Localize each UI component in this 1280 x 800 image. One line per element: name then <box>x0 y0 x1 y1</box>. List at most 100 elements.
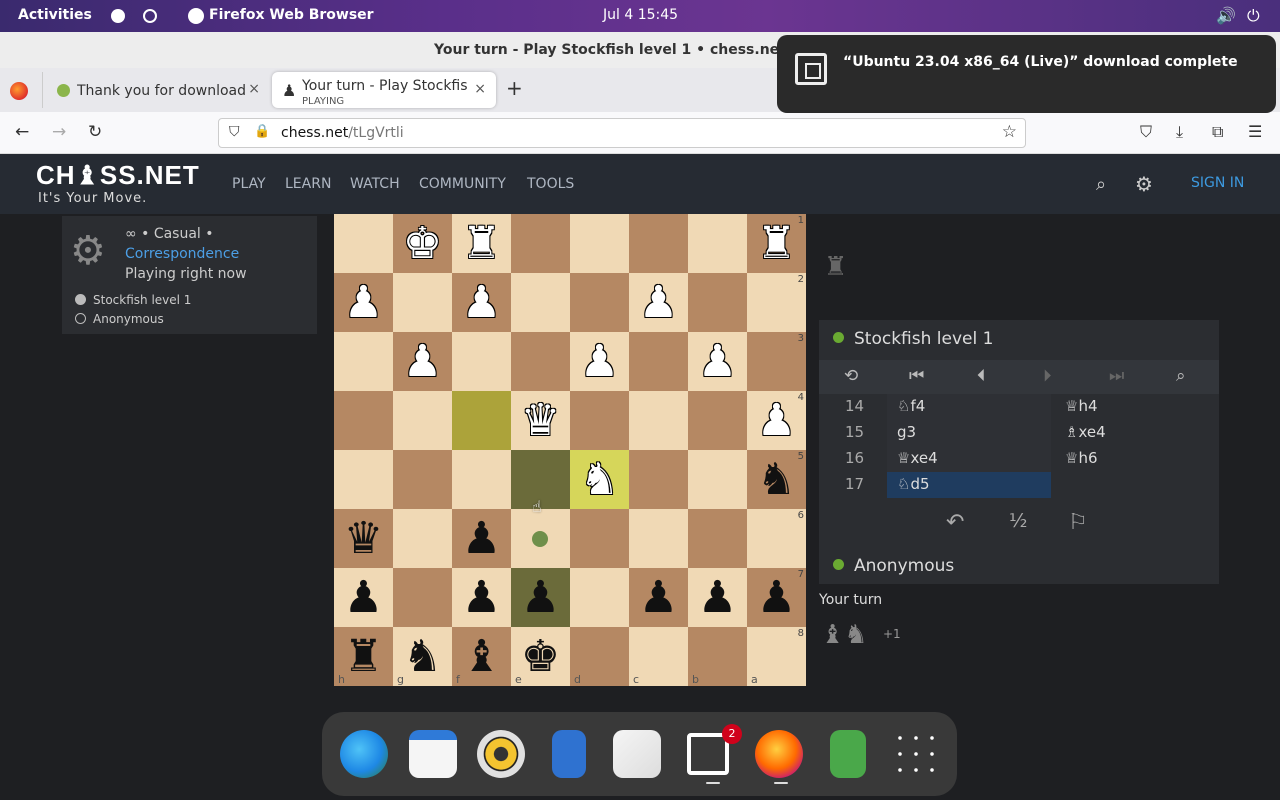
chess-piece[interactable]: ♟ <box>511 568 570 627</box>
last-move-icon[interactable]: ⏭ <box>1109 366 1124 386</box>
chess-piece[interactable]: ♟ <box>629 568 688 627</box>
download-notification[interactable]: “Ubuntu 23.04 x86_64 (Live)” download co… <box>777 35 1276 113</box>
board-square[interactable]: b <box>688 627 747 686</box>
board-square[interactable] <box>334 391 393 450</box>
move-white[interactable]: ♘d5 <box>887 472 1051 498</box>
menu-watch[interactable]: WATCH <box>350 176 400 192</box>
chess-piece[interactable]: ♛ <box>334 509 393 568</box>
shield-icon[interactable]: ⛉ <box>229 124 240 140</box>
board-square[interactable] <box>393 450 452 509</box>
board-square[interactable] <box>511 273 570 332</box>
move-white[interactable]: g3 <box>887 420 1051 446</box>
search-icon[interactable]: ⌕ <box>1096 174 1106 195</box>
board-square[interactable] <box>393 568 452 627</box>
prev-move-icon[interactable]: ⏴ <box>977 366 986 386</box>
board-square[interactable] <box>688 509 747 568</box>
globe-app-icon[interactable] <box>340 730 388 778</box>
chess-piece[interactable]: ♟ <box>688 332 747 391</box>
chess-piece[interactable]: ♟ <box>747 391 806 450</box>
board-square[interactable] <box>511 214 570 273</box>
forward-icon[interactable]: → <box>52 122 66 142</box>
board-square[interactable] <box>570 568 629 627</box>
files-app-icon[interactable] <box>552 730 586 778</box>
workspace-1-indicator[interactable] <box>111 9 125 23</box>
takeback-button[interactable]: ↶ <box>946 510 964 535</box>
chess-piece[interactable]: ♞ <box>393 627 452 686</box>
chess-piece[interactable]: ♛ <box>511 391 570 450</box>
board-square[interactable] <box>452 332 511 391</box>
move-white[interactable]: ♘f4 <box>887 394 1051 420</box>
board-square[interactable] <box>570 214 629 273</box>
chess-piece[interactable]: ♜ <box>747 214 806 273</box>
chess-piece[interactable]: ♟ <box>688 568 747 627</box>
board-square[interactable] <box>334 214 393 273</box>
chess-piece[interactable]: ♟ <box>334 273 393 332</box>
downloads-icon[interactable]: ⤓ <box>1176 122 1183 142</box>
move-black[interactable]: ♗xe4 <box>1055 420 1219 446</box>
firefox-dock-icon[interactable] <box>755 730 803 778</box>
url-bar[interactable]: ⛉ 🔒 chess.net/tLgVrtli ☆ <box>218 118 1026 148</box>
board-square[interactable] <box>629 450 688 509</box>
extensions-icon[interactable]: ⧉ <box>1212 122 1223 142</box>
power-icon[interactable]: ⏻ <box>1247 6 1260 26</box>
menu-tools[interactable]: TOOLS <box>527 176 574 192</box>
move-black[interactable]: ♕h4 <box>1055 394 1219 420</box>
calendar-app-icon[interactable] <box>409 730 457 778</box>
board-square[interactable] <box>570 509 629 568</box>
board-square[interactable] <box>334 332 393 391</box>
move-black[interactable] <box>1055 472 1219 498</box>
firefox-view-icon[interactable] <box>10 82 28 100</box>
board-square[interactable] <box>570 273 629 332</box>
chess-piece[interactable]: ♟ <box>393 332 452 391</box>
chess-piece[interactable]: ♟ <box>334 568 393 627</box>
board-square[interactable]: c <box>629 627 688 686</box>
board-square[interactable] <box>688 391 747 450</box>
chess-piece[interactable]: ♞ <box>747 450 806 509</box>
board-square[interactable] <box>629 332 688 391</box>
workspace-2-indicator[interactable] <box>143 9 157 23</box>
volume-icon[interactable]: 🔊 <box>1216 6 1236 25</box>
board-square[interactable] <box>629 391 688 450</box>
board-square[interactable] <box>688 273 747 332</box>
board-square[interactable] <box>393 509 452 568</box>
app-menu-label[interactable]: Firefox Web Browser <box>209 7 374 23</box>
board-square[interactable] <box>570 391 629 450</box>
board-square[interactable] <box>452 391 511 450</box>
board-square[interactable]: 6 <box>747 509 806 568</box>
back-icon[interactable]: ← <box>15 122 29 142</box>
sign-in-link[interactable]: SIGN IN <box>1191 175 1244 191</box>
flip-board-icon[interactable]: ⟲ <box>844 366 858 386</box>
move-black[interactable]: ♕h6 <box>1055 446 1219 472</box>
chess-piece[interactable]: ♟ <box>629 273 688 332</box>
tab-play-stockfish[interactable]: ♟ Your turn - Play Stockfish level 1 PLA… <box>272 72 496 108</box>
chess-piece[interactable]: ♜ <box>334 627 393 686</box>
hamburger-menu-icon[interactable]: ☰ <box>1248 122 1262 141</box>
board-square[interactable] <box>393 391 452 450</box>
tab-thank-you[interactable]: Thank you for downloading × <box>42 72 270 108</box>
chess-piece[interactable]: ♝ <box>452 627 511 686</box>
rhythmbox-app-icon[interactable] <box>477 730 525 778</box>
board-square[interactable] <box>629 214 688 273</box>
board-square[interactable]: d <box>570 627 629 686</box>
legal-move-dot[interactable] <box>532 531 548 547</box>
software-app-icon[interactable] <box>613 730 661 778</box>
board-square[interactable]: 2 <box>747 273 806 332</box>
first-move-icon[interactable]: ⏮ <box>909 366 924 386</box>
chess-piece[interactable]: ♟ <box>570 332 629 391</box>
offer-draw-button[interactable]: ½ <box>1009 510 1027 532</box>
board-square[interactable] <box>334 450 393 509</box>
gear-icon[interactable]: ⚙ <box>1135 172 1153 196</box>
analysis-icon[interactable]: ⌕ <box>1176 366 1186 386</box>
trash-app-icon[interactable] <box>830 730 866 778</box>
new-tab-button[interactable]: + <box>506 76 523 100</box>
pocket-icon[interactable]: ⛉ <box>1140 122 1152 142</box>
chessnet-logo[interactable]: CH♝SS.NET <box>36 160 200 191</box>
chess-piece[interactable]: ♚ <box>511 627 570 686</box>
board-square[interactable] <box>688 450 747 509</box>
board-square[interactable]: 8a <box>747 627 806 686</box>
activities-button[interactable]: Activities <box>18 7 92 23</box>
board-square[interactable] <box>511 332 570 391</box>
tab-close-icon[interactable]: × <box>248 81 260 97</box>
move-white[interactable]: ♕xe4 <box>887 446 1051 472</box>
bookmark-star-icon[interactable]: ☆ <box>1002 122 1017 142</box>
